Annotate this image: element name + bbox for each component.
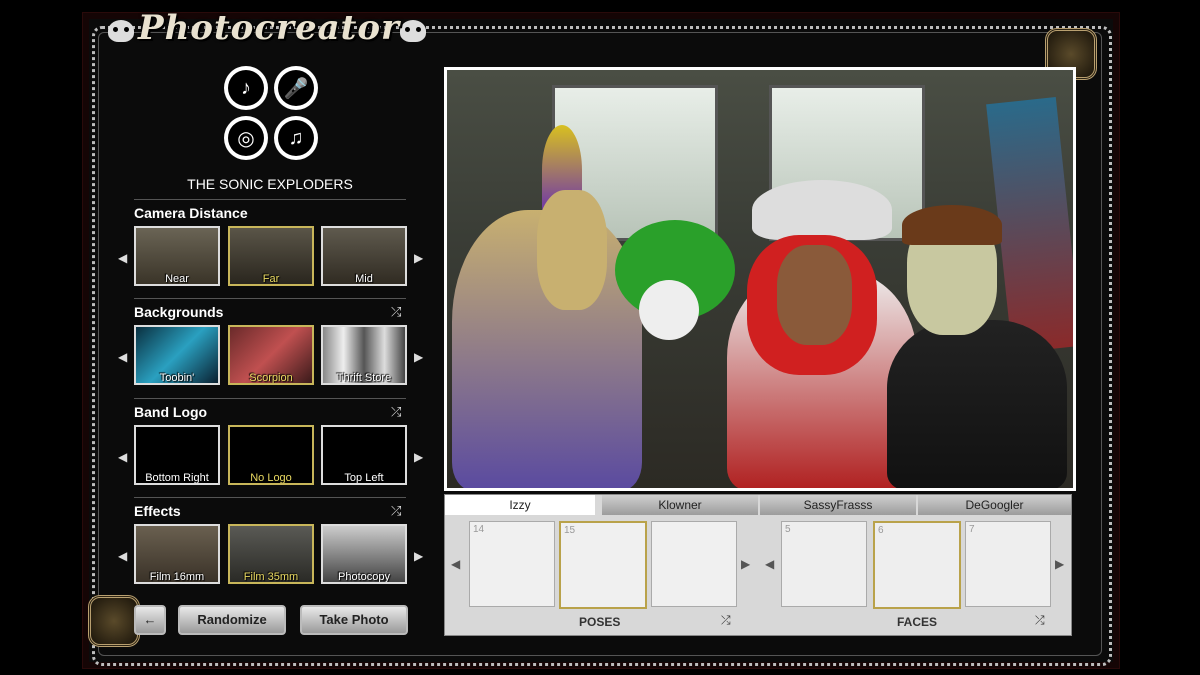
poses-next-icon[interactable]: ▶	[741, 557, 750, 571]
camera-mid[interactable]: Mid	[321, 226, 407, 286]
pose-number: 14	[473, 524, 485, 535]
poses-shuffle-icon[interactable]: ⤮	[721, 613, 731, 628]
photo-preview	[444, 67, 1076, 491]
logo-top-left[interactable]: Top Left	[321, 425, 407, 485]
divider	[134, 298, 406, 299]
face-number: 6	[878, 525, 884, 536]
pose-thumb[interactable]	[651, 521, 737, 607]
arrow-right-icon[interactable]: ▶	[414, 350, 423, 364]
face-thumb-selected[interactable]: 6	[873, 521, 961, 609]
cowboy-hat	[752, 180, 892, 240]
head-klowner	[639, 280, 699, 340]
tab-sassyfrasss[interactable]: SassyFrasss	[760, 495, 916, 515]
thumb-label: No Logo	[250, 472, 292, 484]
divider	[134, 398, 406, 399]
logo-bottom-right[interactable]: Bottom Right	[134, 425, 220, 485]
shuffle-icon[interactable]: ⤮	[391, 503, 401, 519]
instrument-row-top: ♪ 🎤	[224, 66, 318, 110]
thumb-label: Thrift Store	[336, 372, 392, 384]
band-name: THE SONIC EXPLODERS	[187, 176, 353, 192]
tab-izzy[interactable]: Izzy	[445, 495, 595, 515]
poses-prev-icon[interactable]: ◀	[451, 557, 460, 571]
shuffle-icon[interactable]: ⤮	[391, 404, 401, 420]
arrow-right-icon[interactable]: ▶	[414, 251, 423, 265]
pose-number: 15	[564, 525, 576, 536]
character-degoogler	[887, 320, 1067, 488]
corner-ornament	[88, 595, 140, 647]
pose-thumb[interactable]: 14	[469, 521, 555, 607]
instrument-row-bottom: ◎ ♫	[224, 116, 318, 160]
effect-film-35mm[interactable]: Film 35mm	[228, 524, 314, 584]
character-panel: Izzy Klowner SassyFrasss DeGoogler ◀ 14 …	[444, 494, 1072, 636]
face-number: 5	[785, 524, 791, 535]
thumb-label: Scorpion	[249, 372, 293, 384]
thumb-label: Mid	[355, 273, 373, 285]
arrow-left-icon[interactable]: ◀	[118, 450, 127, 464]
thumb-label: Film 35mm	[243, 571, 299, 583]
effect-film-16mm[interactable]: Film 16mm	[134, 524, 220, 584]
skull-icon	[108, 20, 134, 42]
face-thumb[interactable]: 7	[965, 521, 1051, 607]
thumb-label: Top Left	[344, 472, 384, 484]
tab-degoogler[interactable]: DeGoogler	[918, 495, 1071, 515]
faces-shuffle-icon[interactable]: ⤮	[1035, 613, 1045, 628]
faces-label: FACES	[897, 615, 938, 629]
thumb-label: Photocopy	[338, 571, 390, 583]
thumb-label: Toobin'	[159, 372, 195, 384]
arrow-left-icon[interactable]: ◀	[118, 549, 127, 563]
head-sassyfrasss	[777, 245, 852, 345]
back-button[interactable]: ←	[134, 605, 166, 635]
app-title: Photocreator	[138, 8, 400, 48]
tab-klowner[interactable]: Klowner	[602, 495, 758, 515]
arrow-left-icon[interactable]: ◀	[118, 251, 127, 265]
thumb-label: Bottom Right	[145, 472, 209, 484]
camera-distance-title: Camera Distance	[134, 205, 248, 221]
face-number: 7	[969, 524, 975, 535]
randomize-button[interactable]: Randomize	[178, 605, 286, 635]
logo-none[interactable]: No Logo	[228, 425, 314, 485]
arrow-right-icon[interactable]: ▶	[414, 549, 423, 563]
bass-icon: ♫	[274, 116, 318, 160]
faces-next-icon[interactable]: ▶	[1055, 557, 1064, 571]
drums-icon: ◎	[224, 116, 268, 160]
thumb-label: Near	[165, 273, 189, 285]
mic-icon: 🎤	[274, 66, 318, 110]
camera-far[interactable]: Far	[228, 226, 314, 286]
faces-prev-icon[interactable]: ◀	[765, 557, 774, 571]
background-thrift-store[interactable]: Thrift Store	[321, 325, 407, 385]
shuffle-icon[interactable]: ⤮	[391, 304, 401, 320]
divider	[134, 497, 406, 498]
face-thumb[interactable]: 5	[781, 521, 867, 607]
camera-near[interactable]: Near	[134, 226, 220, 286]
effect-photocopy[interactable]: Photocopy	[321, 524, 407, 584]
background-toobin[interactable]: Toobin'	[134, 325, 220, 385]
effects-title: Effects	[134, 503, 181, 519]
spiky-hair	[902, 205, 1002, 245]
arrow-left-icon[interactable]: ◀	[118, 350, 127, 364]
head-izzy	[537, 190, 607, 310]
guitar-icon: ♪	[224, 66, 268, 110]
take-photo-button[interactable]: Take Photo	[300, 605, 408, 635]
background-scorpion[interactable]: Scorpion	[228, 325, 314, 385]
arrow-right-icon[interactable]: ▶	[414, 450, 423, 464]
backgrounds-title: Backgrounds	[134, 304, 224, 320]
divider	[134, 199, 406, 200]
band-logo-title: Band Logo	[134, 404, 208, 420]
poses-label: POSES	[579, 615, 621, 629]
pose-thumb-selected[interactable]: 15	[559, 521, 647, 609]
thumb-label: Film 16mm	[149, 571, 205, 583]
thumb-label: Far	[262, 273, 280, 285]
skull-icon	[400, 20, 426, 42]
